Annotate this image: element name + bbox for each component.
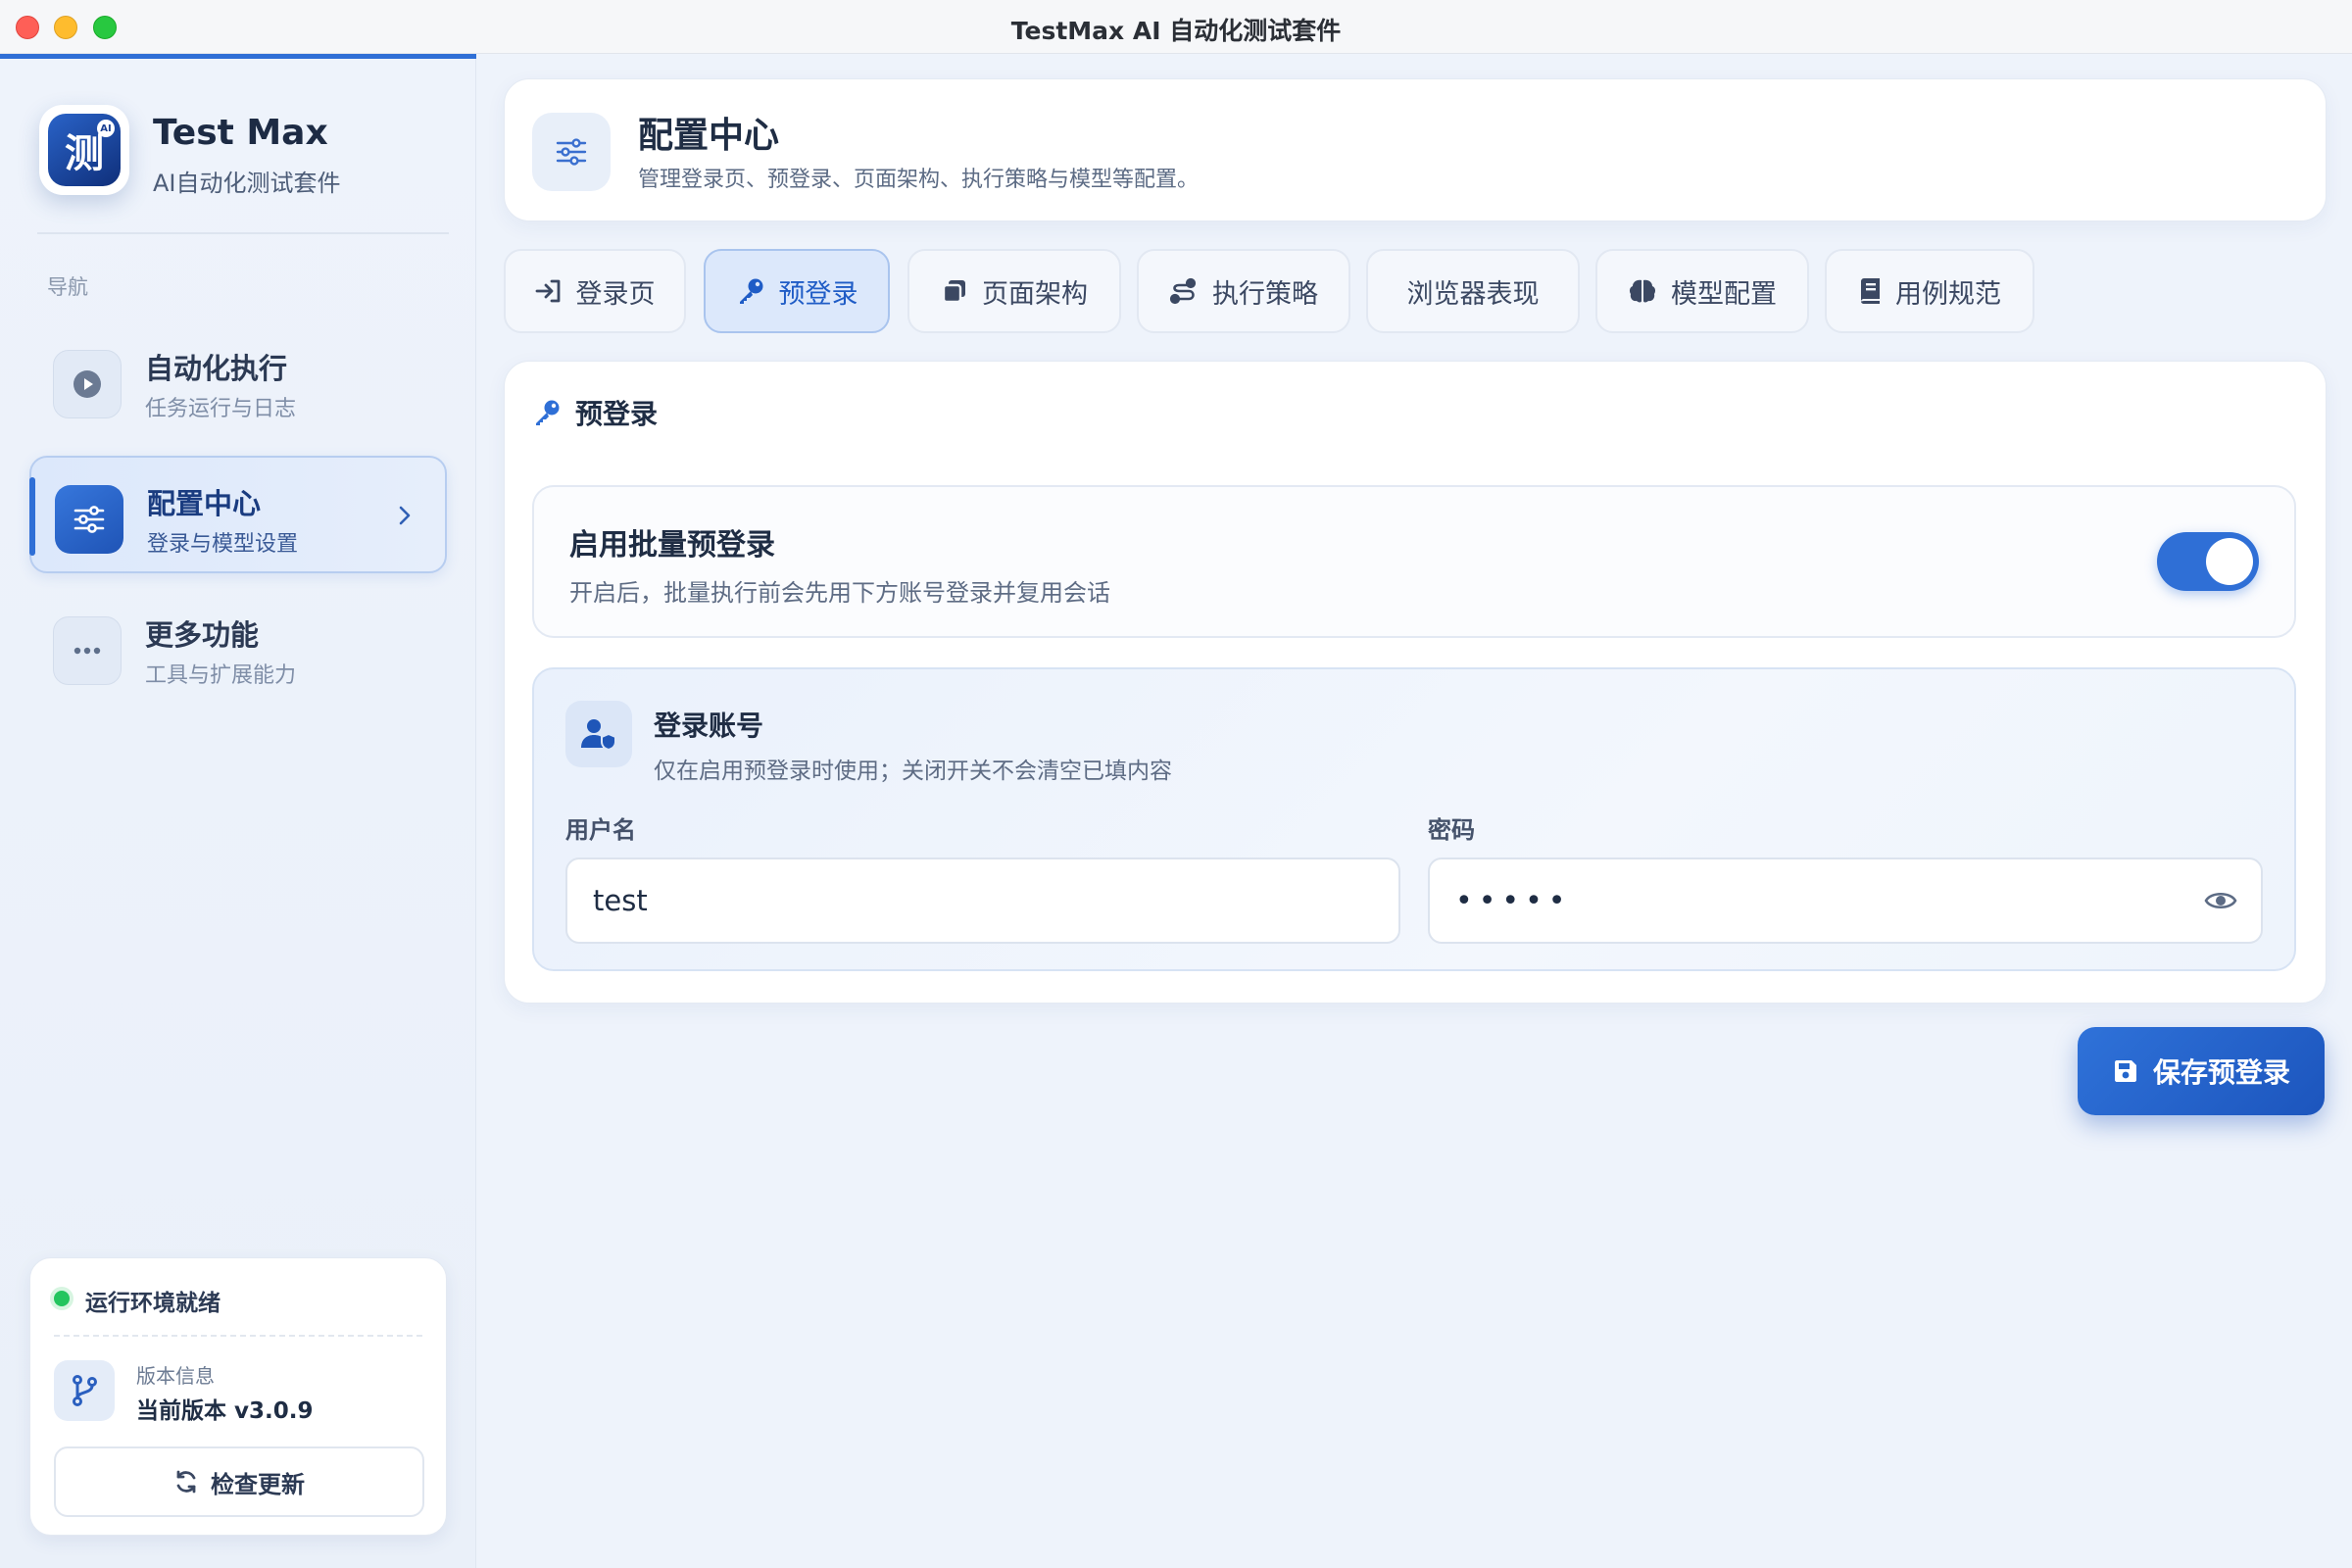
route-icon xyxy=(1169,277,1197,305)
login-account-card: 登录账号 仅在启用预登录时使用；关闭开关不会清空已填内容 用户名 test 密码… xyxy=(532,667,2296,971)
brand-subtitle: AI自动化测试套件 xyxy=(153,170,341,197)
username-input[interactable]: test xyxy=(565,858,1400,944)
key-icon xyxy=(739,278,762,304)
tab-model-config[interactable]: 模型配置 xyxy=(1595,249,1809,333)
tab-label: 模型配置 xyxy=(1671,278,1777,310)
chevron-right-icon xyxy=(398,501,412,533)
setting-description: 开启后，批量执行前会先用下方账号登录并复用会话 xyxy=(569,579,1110,607)
section-title: 预登录 xyxy=(575,398,659,430)
password-value: ••••• xyxy=(1455,883,1572,918)
sliders-icon xyxy=(532,113,611,191)
sidebar-item-subtitle: 工具与扩展能力 xyxy=(145,663,297,688)
app-logo: 测 AI xyxy=(39,105,129,195)
prelogin-panel: 预登录 启用批量预登录 开启后，批量执行前会先用下方账号登录并复用会话 登录账号… xyxy=(504,361,2327,1004)
sidebar: 测 AI Test Max AI自动化测试套件 导航 自动化执行 任务运行与日志… xyxy=(0,54,476,1568)
tab-login-page[interactable]: 登录页 xyxy=(504,249,686,333)
tab-page-architecture[interactable]: 页面架构 xyxy=(907,249,1121,333)
sidebar-item-config-center[interactable]: 配置中心 登录与模型设置 xyxy=(29,456,447,573)
account-description: 仅在启用预登录时使用；关闭开关不会清空已填内容 xyxy=(654,759,1172,784)
git-branch-icon xyxy=(54,1360,115,1421)
sidebar-item-automation[interactable]: 自动化执行 任务运行与日志 xyxy=(29,322,447,440)
sidebar-item-subtitle: 登录与模型设置 xyxy=(147,532,299,557)
sliders-icon xyxy=(55,485,123,554)
tab-label: 登录页 xyxy=(575,278,656,310)
tab-label: 页面架构 xyxy=(982,278,1088,310)
nav-heading: 导航 xyxy=(47,275,88,299)
sidebar-item-title: 更多功能 xyxy=(145,618,260,652)
username-label: 用户名 xyxy=(565,816,636,844)
batch-prelogin-toggle[interactable] xyxy=(2157,532,2259,591)
tab-label: 用例规范 xyxy=(1895,278,2001,310)
eye-icon[interactable] xyxy=(2204,887,2237,922)
sidebar-item-more[interactable]: 更多功能 工具与扩展能力 xyxy=(29,589,447,707)
setting-title: 启用批量预登录 xyxy=(569,528,775,563)
sidebar-divider xyxy=(37,232,449,234)
refresh-icon xyxy=(176,1470,196,1494)
user-shield-icon xyxy=(565,701,632,767)
sidebar-item-title: 配置中心 xyxy=(147,487,262,520)
play-icon xyxy=(53,350,122,418)
environment-status-text: 运行环境就绪 xyxy=(85,1291,220,1316)
sidebar-item-subtitle: 任务运行与日志 xyxy=(145,397,297,421)
brand-name: Test Max xyxy=(153,113,328,153)
clone-icon xyxy=(942,280,965,304)
tab-label: 预登录 xyxy=(778,278,858,310)
environment-status-card: 运行环境就绪 版本信息 当前版本 v3.0.9 检查更新 xyxy=(29,1257,447,1536)
tab-case-spec[interactable]: 用例规范 xyxy=(1825,249,2034,333)
save-icon xyxy=(2114,1060,2136,1082)
batch-prelogin-setting: 启用批量预登录 开启后，批量执行前会先用下方账号登录并复用会话 xyxy=(532,485,2296,638)
brain-icon xyxy=(1629,279,1656,303)
sign-in-icon xyxy=(535,279,560,303)
more-icon xyxy=(53,616,122,685)
window-titlebar: TestMax AI 自动化测试套件 xyxy=(0,0,2352,54)
toggle-knob xyxy=(2206,538,2253,585)
sidebar-accent-line xyxy=(0,54,476,59)
password-label: 密码 xyxy=(1428,816,1475,844)
status-indicator-dot xyxy=(54,1291,70,1306)
active-indicator xyxy=(29,477,35,556)
page-subtitle: 管理登录页、预登录、页面架构、执行策略与模型等配置。 xyxy=(638,168,1200,192)
status-divider xyxy=(54,1335,422,1337)
section-header: 预登录 xyxy=(532,393,658,432)
book-icon xyxy=(1861,278,1880,304)
key-icon xyxy=(536,400,560,425)
tab-browser-behavior[interactable]: 浏览器表现 xyxy=(1366,249,1580,333)
password-input[interactable]: ••••• xyxy=(1428,858,2263,944)
save-label: 保存预登录 xyxy=(2152,1056,2290,1089)
save-prelogin-button[interactable]: 保存预登录 xyxy=(2078,1027,2325,1115)
tab-execution-strategy[interactable]: 执行策略 xyxy=(1137,249,1350,333)
version-value: 当前版本 v3.0.9 xyxy=(136,1398,314,1424)
check-update-button[interactable]: 检查更新 xyxy=(54,1446,424,1517)
page-title: 配置中心 xyxy=(638,116,780,156)
tab-label: 执行策略 xyxy=(1212,278,1318,310)
logo-badge: AI xyxy=(97,120,115,137)
version-label: 版本信息 xyxy=(136,1364,215,1388)
page-header-card: 配置中心 管理登录页、预登录、页面架构、执行策略与模型等配置。 xyxy=(504,78,2327,221)
tab-prelogin[interactable]: 预登录 xyxy=(704,249,890,333)
account-title: 登录账号 xyxy=(654,710,764,742)
sidebar-item-title: 自动化执行 xyxy=(145,352,288,385)
window-title: TestMax AI 自动化测试套件 xyxy=(1010,17,1342,45)
check-update-label: 检查更新 xyxy=(211,1470,305,1498)
tab-label: 浏览器表现 xyxy=(1406,278,1540,310)
